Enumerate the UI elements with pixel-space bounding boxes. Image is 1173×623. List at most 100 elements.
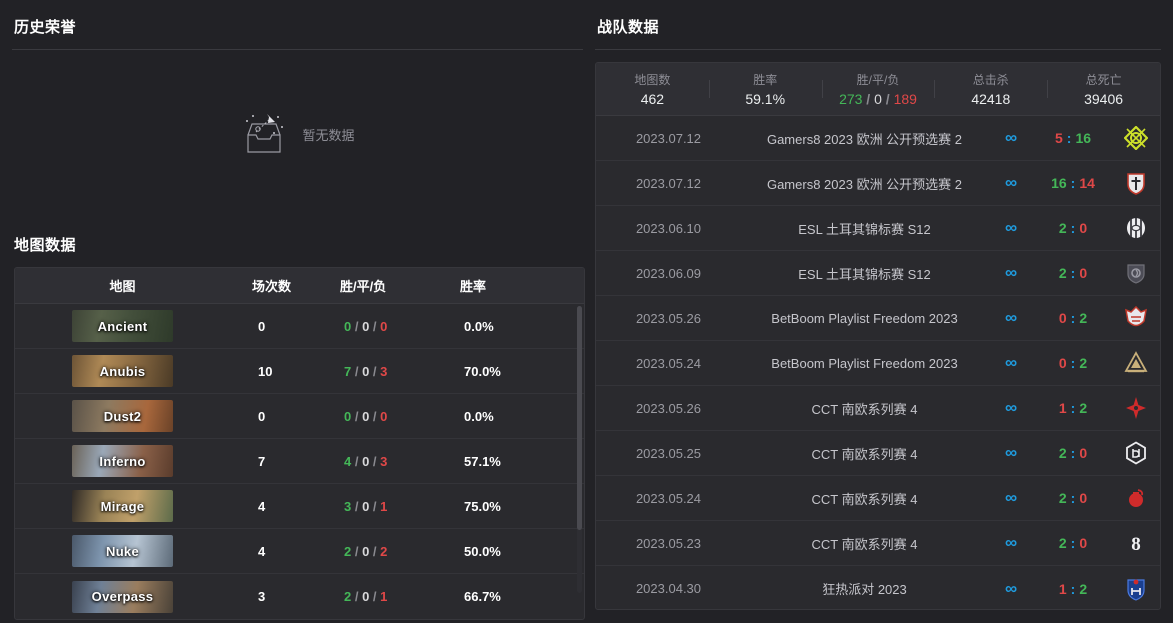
match-score-right: 2 xyxy=(1079,400,1087,416)
stat-losses: 189 xyxy=(894,91,917,107)
map-table-scrollbar[interactable] xyxy=(577,306,582,593)
map-cell: Inferno xyxy=(15,445,230,477)
match-date: 2023.05.26 xyxy=(596,311,741,326)
infinity-icon: ∞ xyxy=(988,533,1034,553)
map-thumbnail: Nuke xyxy=(72,535,173,567)
score-separator: : xyxy=(1071,310,1076,326)
map-table-scrollbar-thumb[interactable] xyxy=(577,306,582,530)
stat-label: 总死亡 xyxy=(1047,71,1160,88)
match-row[interactable]: 2023.05.25CCT 南欧系列赛 4∞2:0 xyxy=(596,431,1160,476)
map-cell: Overpass xyxy=(15,581,230,613)
map-win-rate: 0.0% xyxy=(460,409,580,424)
score-separator: : xyxy=(1071,581,1076,597)
match-score: 1:2 xyxy=(1034,400,1112,416)
map-matches-count: 10 xyxy=(230,364,340,379)
map-matches-count: 7 xyxy=(230,454,340,469)
map-cell: Dust2 xyxy=(15,400,230,432)
map-thumbnail: Mirage xyxy=(72,490,173,522)
match-score-left: 2 xyxy=(1059,535,1067,551)
map-table-row[interactable]: Mirage43 / 0 / 175.0% xyxy=(15,484,584,529)
score-separator: : xyxy=(1071,445,1076,461)
infinity-icon: ∞ xyxy=(988,218,1034,238)
match-row[interactable]: 2023.05.26BetBoom Playlist Freedom 2023∞… xyxy=(596,296,1160,341)
match-row[interactable]: 2023.07.12Gamers8 2023 欧洲 公开预选赛 2∞5:16 xyxy=(596,116,1160,161)
stat-wins: 273 xyxy=(839,91,862,107)
logo-white-stripes-icon xyxy=(1112,216,1160,240)
match-row[interactable]: 2023.07.12Gamers8 2023 欧洲 公开预选赛 2∞16:14 xyxy=(596,161,1160,206)
match-score: 1:2 xyxy=(1034,581,1112,597)
map-table-row[interactable]: Inferno74 / 0 / 357.1% xyxy=(15,439,584,484)
match-row[interactable]: 2023.05.26CCT 南欧系列赛 4∞1:2 xyxy=(596,386,1160,431)
match-row[interactable]: 2023.06.10ESL 土耳其锦标赛 S12∞2:0 xyxy=(596,206,1160,251)
stat-cell: 总死亡39406 xyxy=(1047,71,1160,107)
team-summary-stats: 地图数462胜率59.1%胜/平/负273 / 0 / 189总击杀42418总… xyxy=(596,63,1160,116)
map-name: Mirage xyxy=(101,499,145,514)
match-date: 2023.04.30 xyxy=(596,581,741,596)
stat-cell: 胜率59.1% xyxy=(709,71,822,107)
map-matches-count: 4 xyxy=(230,544,340,559)
map-matches-count: 0 xyxy=(230,319,340,334)
match-event-name: CCT 南欧系列赛 4 xyxy=(741,444,988,463)
map-name: Dust2 xyxy=(104,409,142,424)
right-column: 战队数据 地图数462胜率59.1%胜/平/负273 / 0 / 189总击杀4… xyxy=(595,0,1173,623)
map-name: Overpass xyxy=(92,589,154,604)
match-row[interactable]: 2023.05.24CCT 南欧系列赛 4∞2:0 xyxy=(596,476,1160,521)
score-separator: : xyxy=(1071,490,1076,506)
left-column: 历史荣誉 暂无数据 地图数据 地图 场次数 胜/平/负 xyxy=(0,0,595,623)
match-row[interactable]: 2023.04.30狂热派对 2023∞1:2 xyxy=(596,566,1160,610)
match-date: 2023.07.12 xyxy=(596,176,741,191)
match-row[interactable]: 2023.05.24BetBoom Playlist Freedom 2023∞… xyxy=(596,341,1160,386)
map-losses: 1 xyxy=(380,589,387,604)
match-score-right: 2 xyxy=(1079,581,1087,597)
map-table-row[interactable]: Anubis107 / 0 / 370.0% xyxy=(15,349,584,394)
map-wdl: 2 / 0 / 1 xyxy=(340,589,460,604)
match-score-right: 0 xyxy=(1079,220,1087,236)
match-score: 2:0 xyxy=(1034,490,1112,506)
match-score-right: 0 xyxy=(1079,445,1087,461)
match-event-name: ESL 土耳其锦标赛 S12 xyxy=(741,219,988,238)
team-stats-page: 历史荣誉 暂无数据 地图数据 地图 场次数 胜/平/负 xyxy=(0,0,1173,623)
map-wdl: 0 / 0 / 0 xyxy=(340,409,460,424)
stat-label: 总击杀 xyxy=(934,71,1047,88)
map-table-row[interactable]: Dust2 00 / 0 / 00.0% xyxy=(15,394,584,439)
match-score-left: 0 xyxy=(1059,355,1067,371)
match-row[interactable]: 2023.05.23CCT 南欧系列赛 4∞2:08 xyxy=(596,521,1160,566)
score-separator: : xyxy=(1071,175,1076,191)
svg-text:8: 8 xyxy=(1131,534,1141,555)
stat-label: 胜率 xyxy=(709,71,822,88)
map-table-row[interactable]: Overpass32 / 0 / 166.7% xyxy=(15,574,584,619)
match-score-right: 14 xyxy=(1079,175,1095,191)
honors-title: 历史荣誉 xyxy=(12,0,583,49)
match-score-left: 2 xyxy=(1059,490,1067,506)
stat-label: 地图数 xyxy=(596,71,709,88)
match-score-left: 2 xyxy=(1059,220,1067,236)
map-table-row[interactable]: Ancient00 / 0 / 00.0% xyxy=(15,304,584,349)
map-matches-count: 0 xyxy=(230,409,340,424)
stat-value: 42418 xyxy=(934,91,1047,107)
logo-white-hex-icon xyxy=(1112,441,1160,465)
map-losses: 2 xyxy=(380,544,387,559)
map-thumbnail: Overpass xyxy=(72,581,173,613)
match-date: 2023.05.26 xyxy=(596,401,741,416)
score-separator: : xyxy=(1071,535,1076,551)
match-date: 2023.05.23 xyxy=(596,536,741,551)
map-cell: Anubis xyxy=(15,355,230,387)
infinity-icon: ∞ xyxy=(988,579,1034,599)
match-row[interactable]: 2023.06.09ESL 土耳其锦标赛 S12∞2:0 xyxy=(596,251,1160,296)
stat-cell: 地图数462 xyxy=(596,71,709,107)
map-cell: Mirage xyxy=(15,490,230,522)
match-score: 2:0 xyxy=(1034,220,1112,236)
map-thumbnail: Ancient xyxy=(72,310,173,342)
logo-red-shield-icon xyxy=(1112,171,1160,195)
match-score-right: 2 xyxy=(1079,355,1087,371)
infinity-icon: ∞ xyxy=(988,398,1034,418)
infinity-icon: ∞ xyxy=(988,128,1034,148)
score-separator: : xyxy=(1071,220,1076,236)
map-losses: 0 xyxy=(380,319,387,334)
infinity-icon: ∞ xyxy=(988,443,1034,463)
stat-value: 273 / 0 / 189 xyxy=(822,91,935,107)
match-event-name: Gamers8 2023 欧洲 公开预选赛 2 xyxy=(741,174,988,193)
match-date: 2023.06.09 xyxy=(596,266,741,281)
map-table-row[interactable]: Nuke42 / 0 / 250.0% xyxy=(15,529,584,574)
stat-cell: 总击杀 42418 xyxy=(934,71,1047,107)
